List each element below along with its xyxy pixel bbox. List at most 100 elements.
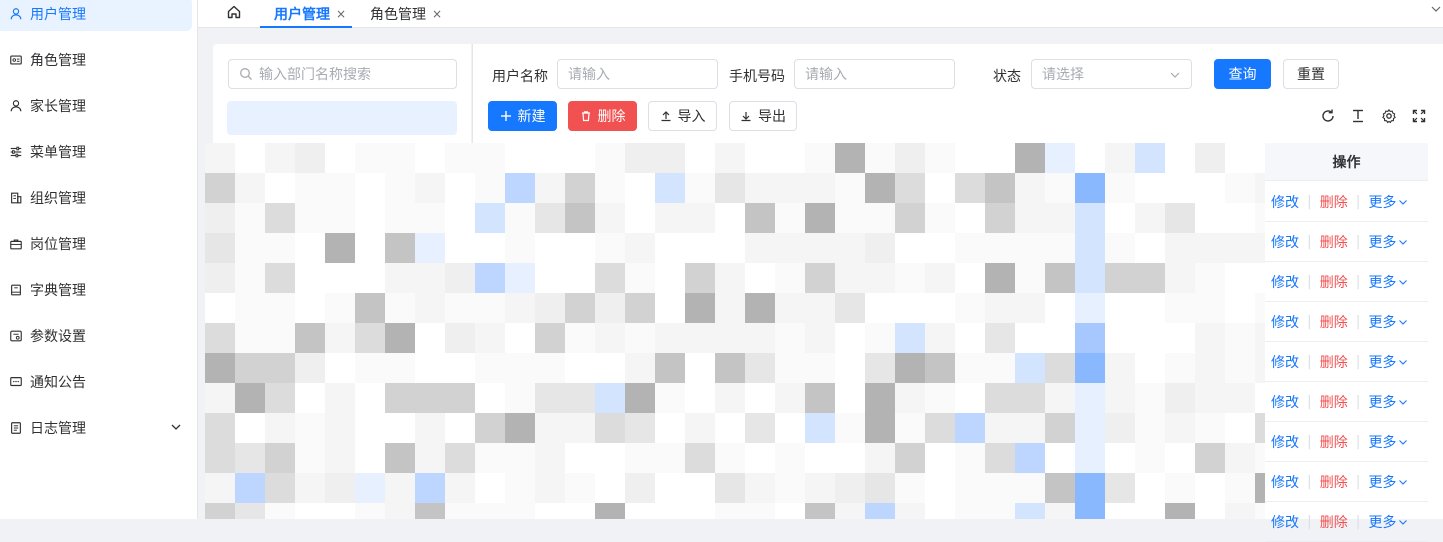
column-height-icon[interactable] — [1349, 107, 1367, 125]
mosaic-cell — [1075, 473, 1105, 503]
mosaic-cell — [235, 353, 265, 383]
edit-link[interactable]: 修改 — [1271, 232, 1299, 252]
sidebar-item-dict[interactable]: 字典管理 — [0, 273, 192, 307]
sidebar-item-logs[interactable]: 日志管理 — [0, 411, 192, 445]
delete-link[interactable]: 删除 — [1320, 512, 1348, 532]
edit-link[interactable]: 修改 — [1271, 472, 1299, 492]
mosaic-cell — [475, 233, 505, 263]
sidebar-item-notice[interactable]: 通知公告 — [0, 365, 192, 399]
mosaic-cell — [1255, 503, 1265, 519]
close-icon[interactable]: × — [432, 7, 442, 21]
edit-link[interactable]: 修改 — [1271, 312, 1299, 332]
tree-node-selected[interactable] — [227, 101, 457, 135]
more-dropdown[interactable]: 更多 — [1368, 272, 1396, 292]
import-button[interactable]: 导入 — [648, 101, 717, 131]
sidebar-item-users[interactable]: 用户管理 — [0, 0, 192, 31]
mosaic-cell — [985, 383, 1015, 413]
mosaic-cell — [985, 503, 1015, 519]
mosaic-cell — [865, 443, 895, 473]
mosaic-cell — [325, 233, 355, 263]
mosaic-cell — [595, 203, 625, 233]
delete-link[interactable]: 删除 — [1320, 232, 1348, 252]
separator: | — [1307, 513, 1312, 530]
tab-roles[interactable]: 角色管理 × — [370, 0, 442, 27]
refresh-icon[interactable] — [1319, 107, 1337, 125]
more-dropdown[interactable]: 更多 — [1368, 512, 1396, 532]
mosaic-cell — [925, 503, 955, 519]
sidebar-item-roles[interactable]: 角色管理 — [0, 43, 192, 77]
delete-link[interactable]: 删除 — [1320, 472, 1348, 492]
mosaic-cell — [625, 413, 655, 443]
mosaic-cell — [1135, 413, 1165, 443]
table-row-actions: 修改 | 删除 | 更多 — [1265, 222, 1428, 262]
tab-users[interactable]: 用户管理 × — [274, 0, 346, 27]
mosaic-cell — [1255, 263, 1265, 293]
mosaic-cell — [295, 503, 325, 519]
more-dropdown[interactable]: 更多 — [1368, 432, 1396, 452]
mosaic-cell — [445, 143, 475, 173]
mosaic-cell — [685, 293, 715, 323]
mosaic-cell — [955, 383, 985, 413]
sidebar-item-menus[interactable]: 菜单管理 — [0, 135, 192, 169]
delete-link[interactable]: 删除 — [1320, 352, 1348, 372]
more-dropdown[interactable]: 更多 — [1368, 232, 1396, 252]
chevron-down-icon — [1170, 72, 1180, 78]
edit-link[interactable]: 修改 — [1271, 352, 1299, 372]
edit-link[interactable]: 修改 — [1271, 272, 1299, 292]
sidebar-item-label: 家长管理 — [30, 99, 86, 115]
fullscreen-icon[interactable] — [1410, 107, 1428, 125]
close-icon[interactable]: × — [336, 7, 346, 21]
sidebar-item-org[interactable]: 组织管理 — [0, 181, 192, 215]
edit-link[interactable]: 修改 — [1271, 432, 1299, 452]
mosaic-cell — [565, 443, 595, 473]
chevron-down-icon[interactable] — [1431, 4, 1441, 14]
more-dropdown[interactable]: 更多 — [1368, 192, 1396, 212]
mosaic-cell — [775, 503, 805, 519]
edit-link[interactable]: 修改 — [1271, 392, 1299, 412]
username-input[interactable]: 请输入 — [557, 59, 718, 89]
sidebar-item-posts[interactable]: 岗位管理 — [0, 227, 192, 261]
mosaic-cell — [985, 293, 1015, 323]
sidebar-item-parents[interactable]: 家长管理 — [0, 89, 192, 123]
mosaic-cell — [775, 383, 805, 413]
mosaic-cell — [1255, 383, 1265, 413]
status-select[interactable]: 请选择 — [1031, 59, 1192, 89]
reset-button[interactable]: 重置 — [1283, 59, 1339, 89]
delete-button[interactable]: 删除 — [568, 101, 637, 131]
mosaic-cell — [205, 173, 235, 203]
home-icon[interactable] — [224, 2, 244, 22]
mosaic-cell — [685, 143, 715, 173]
phone-input[interactable]: 请输入 — [794, 59, 955, 89]
sidebar-item-params[interactable]: 参数设置 — [0, 319, 192, 353]
mosaic-cell — [655, 353, 685, 383]
mosaic-cell — [595, 323, 625, 353]
dept-search-input[interactable]: 输入部门名称搜索 — [228, 59, 457, 89]
mosaic-cell — [865, 263, 895, 293]
settings-card-icon — [8, 328, 24, 344]
mosaic-cell — [835, 383, 865, 413]
delete-link[interactable]: 删除 — [1320, 312, 1348, 332]
mosaic-cell — [235, 143, 265, 173]
delete-link[interactable]: 删除 — [1320, 272, 1348, 292]
more-dropdown[interactable]: 更多 — [1368, 392, 1396, 412]
edit-link[interactable]: 修改 — [1271, 512, 1299, 532]
mosaic-cell — [235, 293, 265, 323]
gear-icon[interactable] — [1380, 107, 1398, 125]
edit-link[interactable]: 修改 — [1271, 192, 1299, 212]
delete-link[interactable]: 删除 — [1320, 432, 1348, 452]
more-dropdown[interactable]: 更多 — [1368, 472, 1396, 492]
mosaic-cell — [745, 353, 775, 383]
mosaic-cell — [1045, 503, 1075, 519]
mosaic-cell — [895, 323, 925, 353]
mosaic-cell — [805, 383, 835, 413]
delete-link[interactable]: 删除 — [1320, 192, 1348, 212]
mosaic-cell — [655, 263, 685, 293]
query-button[interactable]: 查询 — [1214, 59, 1271, 89]
mosaic-cell — [325, 263, 355, 293]
more-dropdown[interactable]: 更多 — [1368, 312, 1396, 332]
export-button[interactable]: 导出 — [729, 101, 797, 131]
add-button[interactable]: 新建 — [488, 101, 557, 131]
mosaic-cell — [625, 443, 655, 473]
delete-link[interactable]: 删除 — [1320, 392, 1348, 412]
more-dropdown[interactable]: 更多 — [1368, 352, 1396, 372]
